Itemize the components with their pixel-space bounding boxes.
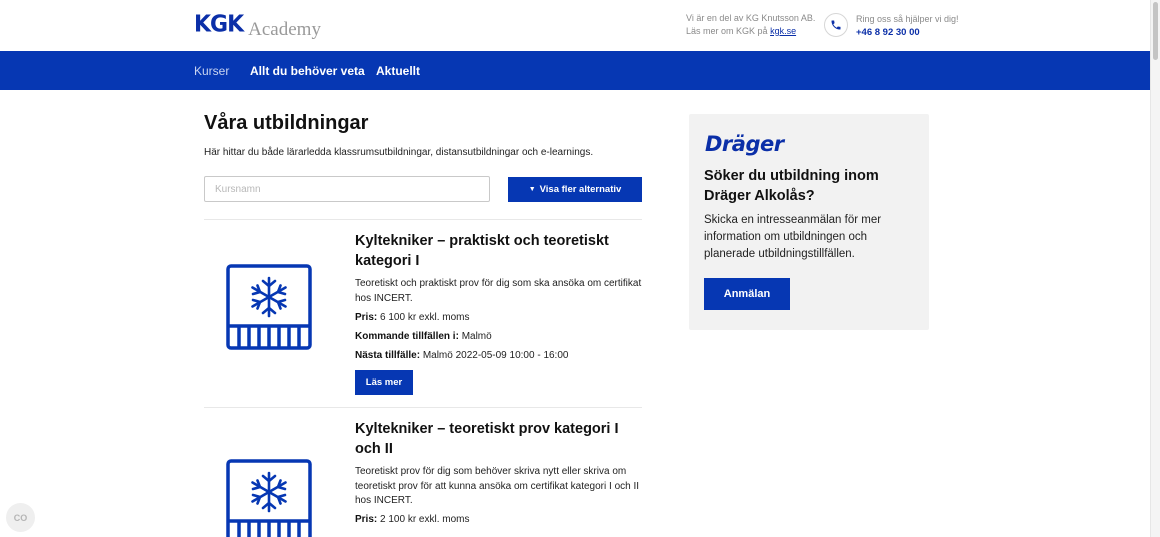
promo-text: Skicka en intresseanmälan för mer inform… <box>704 214 882 260</box>
about-line-2: Läs mer om KGK på kgk.se <box>686 25 815 38</box>
help-block: Ring oss så hjälper vi dig! +46 8 92 30 … <box>856 12 959 40</box>
upcoming-label: Kommande tillfällen i: <box>355 331 459 342</box>
promo-title: Söker du utbildning inom Dräger Alkolås? <box>704 168 879 204</box>
scrollbar-thumb[interactable] <box>1153 2 1158 60</box>
course-upcoming: Kommande tillfällen i: Malmö <box>355 331 492 342</box>
phone-number[interactable]: +46 8 92 30 00 <box>856 26 959 40</box>
site-header: KGK Academy Vi är en del av KG Knutsson … <box>0 0 1150 51</box>
course-title[interactable]: Kyltekniker – teoretiskt prov kategori I… <box>355 420 640 459</box>
upcoming-value: Malmö <box>461 331 492 342</box>
about-line-1: Vi är en del av KG Knutsson AB. <box>686 13 816 23</box>
main-nav: Kurser Allt du behöver veta Aktuellt <box>0 51 1150 90</box>
help-text: Ring oss så hjälper vi dig! <box>856 14 959 24</box>
floating-widget-button[interactable]: CO <box>6 503 35 532</box>
divider <box>204 219 642 220</box>
freezer-snowflake-icon[interactable] <box>226 264 312 355</box>
show-more-options-button[interactable]: ▼ Visa fler alternativ <box>508 177 642 202</box>
kgk-site-link[interactable]: kgk.se <box>770 26 796 36</box>
page-intro: Här hittar du både lärarledda klassrumsu… <box>204 147 594 158</box>
phone-icon[interactable] <box>824 13 848 37</box>
nav-item-kurser[interactable]: Kurser <box>194 64 229 78</box>
price-value: 6 100 kr exkl. moms <box>380 312 470 323</box>
show-more-options-label: Visa fler alternativ <box>539 184 622 195</box>
drager-promo-card: Dräger Söker du utbildning inom Dräger A… <box>689 114 929 330</box>
kgk-academy-logo[interactable]: KGK Academy <box>194 11 321 40</box>
about-text: Vi är en del av KG Knutsson AB. Läs mer … <box>686 12 815 37</box>
course-description: Teoretiskt och praktiskt prov för dig so… <box>355 278 642 304</box>
page-scrollbar[interactable] <box>1150 0 1160 537</box>
drager-logo: Dräger <box>705 132 784 156</box>
price-value: 2 100 kr exkl. moms <box>380 514 470 525</box>
nav-item-allt-du-behover-veta[interactable]: Allt du behöver veta <box>250 64 365 78</box>
course-search-input[interactable] <box>204 176 490 202</box>
register-interest-button[interactable]: Anmälan <box>704 278 790 310</box>
logo-suffix: Academy <box>248 19 321 40</box>
next-session-value: Malmö 2022-05-09 10:00 - 16:00 <box>422 350 569 361</box>
phone-icon-glyph <box>831 20 841 30</box>
read-more-button[interactable]: Läs mer <box>355 370 413 395</box>
price-label: Pris: <box>355 312 378 323</box>
course-price: Pris: 2 100 kr exkl. moms <box>355 514 470 525</box>
caret-down-icon: ▼ <box>528 186 536 193</box>
page-title: Våra utbildningar <box>204 112 369 134</box>
course-next-session: Nästa tillfälle: Malmö 2022-05-09 10:00 … <box>355 350 568 361</box>
logo-brand: KGK <box>194 11 244 38</box>
course-description: Teoretiskt prov för dig som behöver skri… <box>355 466 640 506</box>
course-price: Pris: 6 100 kr exkl. moms <box>355 312 470 323</box>
nav-item-aktuellt[interactable]: Aktuellt <box>376 64 420 78</box>
course-title[interactable]: Kyltekniker – praktiskt och teoretiskt k… <box>355 232 640 271</box>
freezer-snowflake-icon[interactable] <box>226 459 312 537</box>
about-line-2-prefix: Läs mer om KGK på <box>686 25 768 36</box>
next-session-label: Nästa tillfälle: <box>355 350 421 361</box>
divider <box>204 407 642 408</box>
price-label: Pris: <box>355 514 378 525</box>
page: KGK Academy Vi är en del av KG Knutsson … <box>0 0 1160 537</box>
